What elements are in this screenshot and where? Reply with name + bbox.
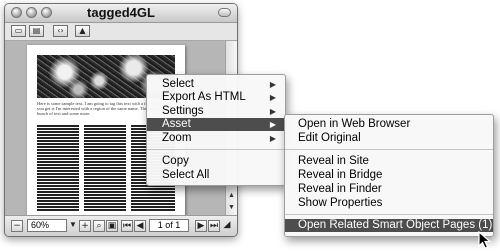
resize-grip-icon[interactable]: ◢	[221, 220, 233, 232]
menu-item-asset[interactable]: Asset ▶	[147, 118, 285, 131]
menu-item-settings[interactable]: Settings ▶	[147, 105, 285, 118]
view-toolbar: ▭ ▤ ‹› ▲	[5, 23, 237, 41]
menu-item-reveal-in-site[interactable]: Reveal in Site	[285, 155, 493, 168]
menu-item-open-related-smart-object-pages[interactable]: Open Related Smart Object Pages (1)	[285, 219, 493, 232]
zoom-out-button[interactable]: −	[11, 220, 23, 232]
scroll-up-icon[interactable]: ▲	[227, 191, 236, 201]
source-view-icon[interactable]: ‹›	[53, 25, 68, 37]
window-title: tagged4GL	[87, 5, 155, 20]
context-menu: Select ▶ Export As HTML ▶ Settings ▶ Ass…	[146, 74, 286, 186]
text-column	[37, 125, 79, 211]
page-indicator[interactable]: 1 of 1	[149, 219, 189, 232]
image-view-icon[interactable]: ▲	[75, 25, 90, 37]
menu-item-select-all[interactable]: Select All	[147, 169, 285, 182]
previous-page-button[interactable]: ◀	[134, 220, 146, 232]
menu-item-label: Select	[162, 78, 194, 90]
title-bar[interactable]: tagged4GL	[5, 4, 237, 23]
menu-item-label: Asset	[162, 118, 191, 130]
scroll-down-icon[interactable]: ▼	[227, 203, 236, 213]
layout-view-icon[interactable]: ▤	[29, 25, 44, 37]
menu-item-label: Export As HTML	[162, 91, 246, 103]
menu-item-show-properties[interactable]: Show Properties	[285, 197, 493, 210]
menu-item-zoom[interactable]: Zoom ▶	[147, 132, 285, 145]
zoom-in-button[interactable]: +	[79, 220, 91, 232]
submenu-arrow-icon: ▶	[269, 93, 276, 102]
menu-item-reveal-in-bridge[interactable]: Reveal in Bridge	[285, 169, 493, 182]
fit-page-icon[interactable]: ▣	[106, 220, 118, 232]
zoom-field[interactable]: 60%	[27, 219, 67, 232]
next-page-button[interactable]: ▶	[195, 220, 207, 232]
first-page-button[interactable]: ⏮	[121, 220, 133, 232]
menu-separator	[285, 149, 493, 150]
page-view-icon[interactable]: ▭	[11, 25, 26, 37]
text-column	[84, 125, 126, 211]
menu-item-open-in-web-browser[interactable]: Open in Web Browser	[285, 118, 493, 131]
menu-item-copy[interactable]: Copy	[147, 155, 285, 168]
submenu-arrow-icon: ▶	[269, 120, 276, 129]
submenu-arrow-icon: ▶	[269, 134, 276, 143]
menu-item-label: Settings	[162, 105, 204, 117]
submenu-arrow-icon: ▶	[269, 107, 276, 116]
menu-separator	[285, 214, 493, 215]
menu-item-select[interactable]: Select ▶	[147, 78, 285, 91]
chevron-down-icon[interactable]: ▼	[69, 220, 77, 229]
asset-submenu: Open in Web Browser Edit Original Reveal…	[284, 114, 494, 237]
submenu-arrow-icon: ▶	[269, 80, 276, 89]
status-bar: − 60% ▼ + ⌕ ▣ ⏮ ◀ 1 of 1 ▶ ⏭ ◢	[5, 215, 237, 236]
menu-item-reveal-in-finder[interactable]: Reveal in Finder	[285, 183, 493, 196]
magnifier-icon[interactable]: ⌕	[93, 220, 105, 232]
menu-item-edit-original[interactable]: Edit Original	[285, 132, 493, 145]
mouse-pointer-icon	[478, 231, 492, 249]
menu-item-label: Zoom	[162, 132, 192, 144]
menu-item-export-as-html[interactable]: Export As HTML ▶	[147, 91, 285, 104]
menu-separator	[147, 149, 285, 150]
toolbar-toggle-button[interactable]	[218, 8, 231, 17]
menu-item-label: Select All	[162, 169, 210, 181]
menu-item-label: Copy	[162, 155, 189, 167]
last-page-button[interactable]: ⏭	[208, 220, 220, 232]
